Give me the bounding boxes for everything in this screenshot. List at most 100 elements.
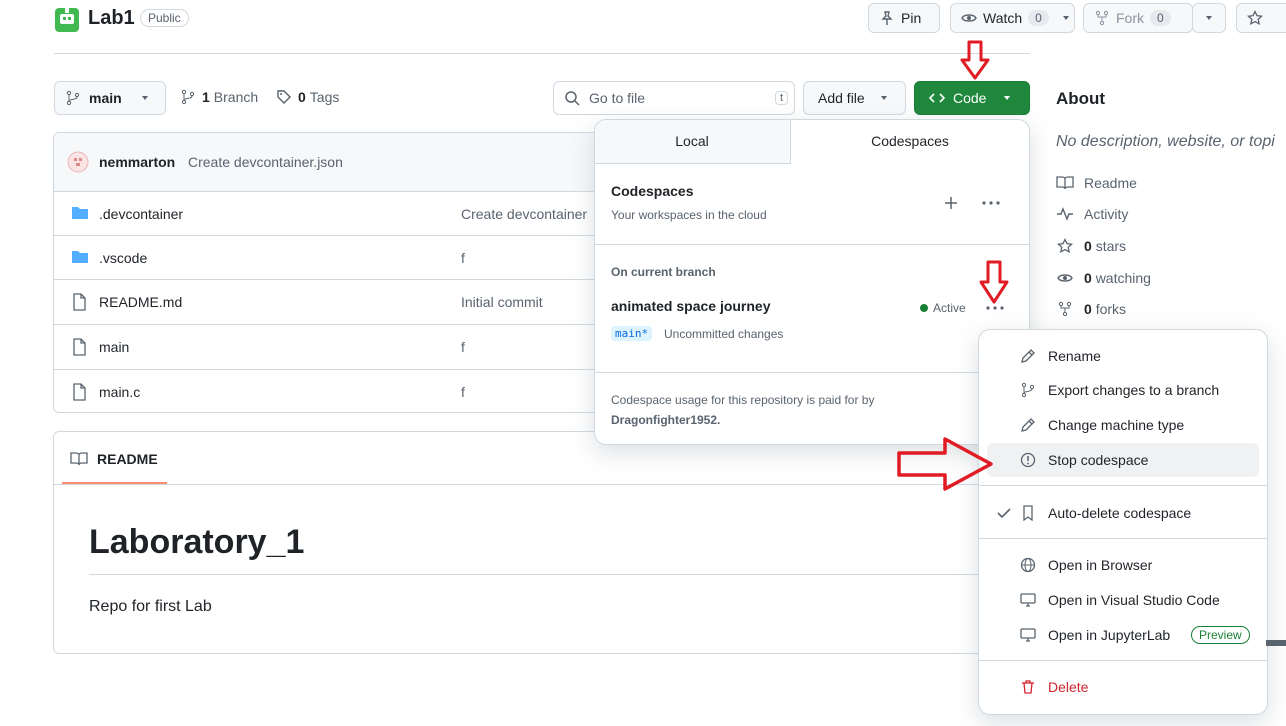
file-name[interactable]: main xyxy=(99,339,129,355)
readme-tab[interactable]: README xyxy=(70,451,158,467)
about-activity-link[interactable]: Activity xyxy=(1056,206,1128,222)
table-row[interactable]: .vscode f xyxy=(54,235,614,279)
file-icon xyxy=(71,338,87,356)
file-commit-message[interactable]: f xyxy=(461,250,465,266)
pin-button[interactable]: Pin xyxy=(868,3,940,33)
menu-label: Delete xyxy=(1048,679,1089,695)
menu-label: Rename xyxy=(1048,348,1101,364)
desktop-icon xyxy=(1020,592,1036,608)
billing-divider xyxy=(595,372,1029,373)
search-icon xyxy=(564,90,580,106)
watch-button[interactable]: Watch 0 xyxy=(950,3,1075,33)
code-button[interactable]: Code xyxy=(914,81,1030,115)
tab-local[interactable]: Local xyxy=(594,133,790,149)
pulse-icon xyxy=(1056,206,1074,222)
branches-link[interactable]: 1 Branch xyxy=(180,89,258,105)
commit-message[interactable]: Create devcontainer.json xyxy=(188,154,343,170)
chevron-down-icon xyxy=(1204,13,1214,23)
menu-label: Open in JupyterLab xyxy=(1048,627,1171,643)
repo-avatar-icon xyxy=(54,7,80,33)
menu-item-stop-codespace[interactable]: Stop codespace xyxy=(987,443,1259,477)
readme-header-divider xyxy=(54,484,978,485)
book-icon xyxy=(1056,175,1074,191)
menu-label: Auto-delete codespace xyxy=(1048,505,1192,521)
menu-divider xyxy=(979,660,1267,661)
menu-item-delete[interactable]: Delete xyxy=(987,670,1259,704)
visibility-badge: Public xyxy=(140,9,189,27)
menu-item-open-browser[interactable]: Open in Browser xyxy=(987,548,1259,582)
menu-item-export[interactable]: Export changes to a branch xyxy=(987,373,1259,407)
chevron-down-icon xyxy=(140,93,150,103)
new-codespace-button[interactable] xyxy=(940,192,962,214)
fork-count: 0 xyxy=(1150,10,1171,26)
menu-label: Change machine type xyxy=(1048,417,1185,433)
readme-body: Repo for first Lab xyxy=(89,598,212,615)
file-commit-message[interactable]: Create devcontainer xyxy=(461,206,587,222)
tab-codespaces[interactable]: Codespaces xyxy=(790,133,1030,149)
menu-item-auto-delete[interactable]: Auto-delete codespace xyxy=(987,496,1259,530)
file-icon xyxy=(71,293,87,311)
menu-item-rename[interactable]: Rename xyxy=(987,339,1259,373)
author-avatar[interactable] xyxy=(67,151,89,173)
go-to-file-input[interactable]: Go to file t xyxy=(553,81,795,115)
about-readme-link[interactable]: Readme xyxy=(1056,175,1137,191)
codespaces-subtitle: Your workspaces in the cloud xyxy=(611,208,767,222)
commit-author[interactable]: nemmarton xyxy=(99,154,175,170)
fork-button[interactable]: Fork 0 xyxy=(1083,3,1193,33)
check-icon xyxy=(996,505,1012,521)
about-stars-link[interactable]: 0 stars xyxy=(1056,238,1126,254)
tags-link[interactable]: 0 Tags xyxy=(276,89,339,105)
chevron-down-icon xyxy=(1002,93,1012,103)
branch-badge: main* xyxy=(611,326,653,341)
readme-heading-divider xyxy=(89,574,979,575)
table-row[interactable]: README.md Initial commit xyxy=(54,279,614,323)
git-branch-icon xyxy=(1020,382,1036,398)
file-name[interactable]: .vscode xyxy=(99,250,147,266)
menu-item-open-jupyter[interactable]: Open in JupyterLab Preview xyxy=(987,618,1259,652)
file-name[interactable]: .devcontainer xyxy=(99,206,183,222)
table-row[interactable]: main.c f xyxy=(54,369,614,413)
repo-name[interactable]: Lab1 xyxy=(88,7,135,30)
readme-tab-label: README xyxy=(97,451,158,467)
sidebar-partial-divider xyxy=(1266,640,1286,646)
table-row[interactable]: main f xyxy=(54,324,614,368)
pencil-icon xyxy=(1020,417,1036,433)
billing-owner[interactable]: Dragonfighter1952. xyxy=(611,413,720,427)
codespaces-more-button[interactable] xyxy=(980,192,1002,214)
about-readme-label: Readme xyxy=(1084,175,1137,191)
plus-icon xyxy=(940,192,962,214)
annotation-arrow-down-icon xyxy=(979,260,1009,304)
about-watching-link[interactable]: 0 watching xyxy=(1056,270,1151,286)
about-activity-label: Activity xyxy=(1084,206,1129,222)
table-row[interactable]: .devcontainer Create devcontainer xyxy=(54,191,614,235)
menu-label: Open in Browser xyxy=(1048,557,1153,573)
menu-item-change-machine[interactable]: Change machine type xyxy=(987,408,1259,442)
go-to-file-placeholder: Go to file xyxy=(589,90,646,106)
star-icon xyxy=(1056,238,1074,254)
fork-dropdown-button[interactable] xyxy=(1192,3,1226,33)
add-file-button[interactable]: Add file xyxy=(803,81,906,115)
header-divider xyxy=(54,53,1030,54)
file-commit-message[interactable]: Initial commit xyxy=(461,294,543,310)
menu-divider xyxy=(979,538,1267,539)
chevron-down-icon xyxy=(1061,13,1071,23)
pin-label: Pin xyxy=(901,10,922,26)
tag-icon xyxy=(276,89,292,105)
stars-label: stars xyxy=(1095,238,1127,254)
menu-divider xyxy=(979,485,1267,486)
about-forks-link[interactable]: 0 forks xyxy=(1056,301,1126,317)
book-icon xyxy=(70,451,88,467)
codespace-name[interactable]: animated space journey xyxy=(611,298,771,314)
menu-item-open-vscode[interactable]: Open in Visual Studio Code xyxy=(987,583,1259,617)
code-icon xyxy=(929,90,945,106)
file-name[interactable]: README.md xyxy=(99,294,182,310)
tags-count: 0 xyxy=(298,89,306,105)
folder-icon xyxy=(71,249,89,265)
file-name[interactable]: main.c xyxy=(99,384,140,400)
branch-selector[interactable]: main xyxy=(54,81,166,115)
section-label: On current branch xyxy=(611,265,716,279)
star-button[interactable] xyxy=(1236,3,1286,33)
code-label: Code xyxy=(953,90,987,106)
file-commit-message[interactable]: f xyxy=(461,339,465,355)
file-commit-message[interactable]: f xyxy=(461,384,465,400)
